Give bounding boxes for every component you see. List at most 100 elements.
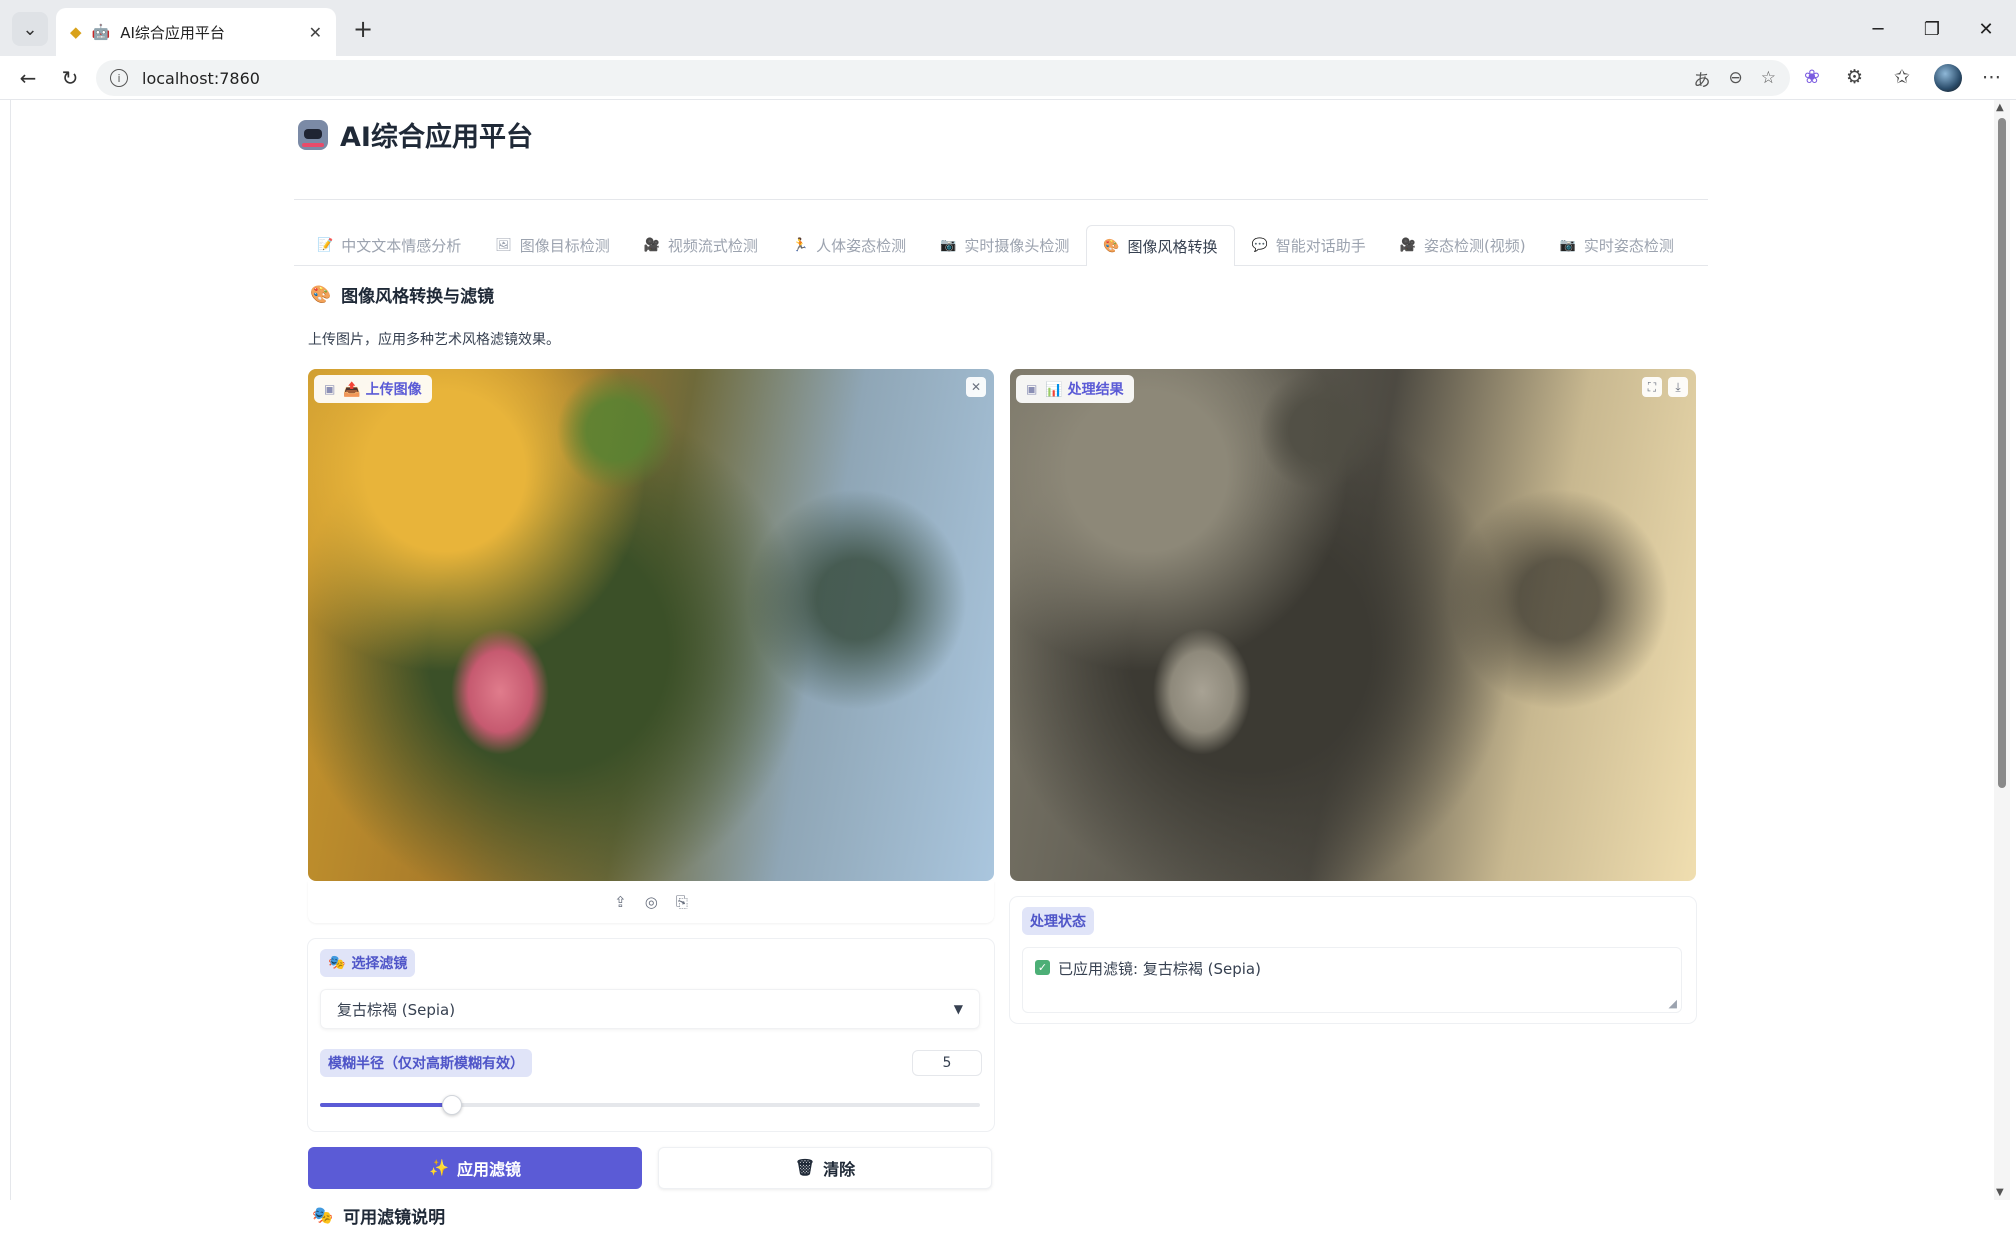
tab-label: 人体姿态检测 [816, 237, 907, 255]
tab-icon: 🎥 [1399, 238, 1416, 253]
panel-description: 上传图片，应用多种艺术风格滤镜效果。 [308, 332, 560, 348]
zoom-out-icon[interactable]: ⊖ [1729, 68, 1743, 88]
tab-0[interactable]: 📝 中文文本情感分析 [300, 225, 478, 265]
restore-button[interactable]: ❐ [1912, 12, 1952, 46]
blur-radius-input[interactable]: 5 [912, 1050, 982, 1076]
more-menu-icon[interactable]: ⋯ [1982, 66, 2001, 88]
check-icon: ✓ [1035, 960, 1050, 975]
filter-select-value: 复古棕褐 (Sepia) [337, 1000, 456, 1019]
tab-1[interactable]: 🖼 图像目标检测 [478, 225, 627, 265]
tab-icon: 📝 [317, 238, 334, 253]
address-bar[interactable]: i localhost:7860 あ ⊖ ☆ [96, 60, 1790, 96]
download-button[interactable]: ⤓ [1668, 377, 1688, 397]
tab-5[interactable]: 🎨 图像风格转换 [1086, 225, 1235, 266]
browser-toolbar: ← ↻ i localhost:7860 あ ⊖ ☆ ❀ ⚙ ✩ ⋯ [0, 56, 2016, 100]
blur-radius-label: 模糊半径（仅对高斯模糊有效） [320, 1049, 532, 1077]
upload-icon[interactable]: ⇪ [614, 893, 627, 911]
slider-fill [320, 1103, 452, 1107]
new-tab-button[interactable]: + [346, 12, 380, 46]
trash-icon: 🗑 [794, 1160, 816, 1177]
clipboard-icon[interactable]: ⎘ [676, 893, 688, 911]
fullscreen-button[interactable]: ⛶ [1642, 377, 1662, 397]
close-icon: ✕ [970, 380, 982, 394]
scroll-up-icon[interactable]: ▲ [1996, 102, 2004, 113]
download-icon: ⤓ [1675, 379, 1681, 394]
tab-3[interactable]: 🏃 人体姿态检测 [775, 225, 923, 265]
panel-columns: ▣ 📤 上传图像 ✕ ⇪ ◎ ⎘ 🎭 选择滤镜 复古棕褐 (Sepia) ▼ 模… [294, 369, 1708, 1249]
fullscreen-icon: ⛶ [1647, 379, 1657, 394]
page-scrollbar[interactable]: ▲ ▼ [1994, 100, 2010, 1200]
scrollbar-thumb[interactable] [1998, 118, 2006, 788]
upload-image-label: ▣ 📤 上传图像 [314, 375, 432, 403]
robot-icon: 🤖 [91, 23, 111, 41]
app-header: AI综合应用平台 [294, 100, 1708, 200]
image-icon: ▣ [324, 382, 336, 396]
url-text[interactable]: localhost:7860 [142, 69, 1676, 88]
star-icon[interactable]: ☆ [1761, 68, 1776, 88]
chevron-down-icon: ⌄ [22, 18, 38, 40]
tab-icon: 🏃 [791, 238, 809, 253]
tab-6[interactable]: 💬 智能对话助手 [1235, 225, 1383, 265]
tab-label: 实时摄像头检测 [964, 237, 1070, 255]
webcam-icon[interactable]: ◎ [645, 893, 658, 911]
browser-tabstrip: ⌄ ◆ 🤖 AI综合应用平台 ✕ + ─ ❐ ✕ [0, 0, 2016, 56]
browser-tab-active[interactable]: ◆ 🤖 AI综合应用平台 ✕ [56, 8, 336, 56]
extensions-icon[interactable]: ⚙ [1846, 66, 1863, 88]
slider-handle[interactable] [442, 1095, 462, 1115]
status-label: 处理状态 [1022, 907, 1094, 935]
robot-logo-icon [298, 119, 328, 150]
tab-label: 视频流式检测 [667, 237, 758, 255]
image-icon: ▣ [1026, 382, 1038, 396]
filter-select-label: 🎭 选择滤镜 [320, 949, 416, 977]
tab-label: 图像风格转换 [1127, 237, 1218, 256]
tab-label: 图像目标检测 [519, 237, 610, 255]
scroll-down-icon[interactable]: ▼ [1996, 1187, 2004, 1198]
palette-icon: 🎨 [310, 284, 332, 305]
left-column: ▣ 📤 上传图像 ✕ ⇪ ◎ ⎘ 🎭 选择滤镜 复古棕褐 (Sepia) ▼ 模… [308, 369, 994, 1228]
apply-filter-button[interactable]: ✨ 应用滤镜 [308, 1147, 642, 1189]
back-button[interactable]: ← [12, 62, 44, 94]
remove-image-button[interactable]: ✕ [966, 377, 986, 397]
close-tab-icon[interactable]: ✕ [309, 23, 322, 42]
tab-icon: 📷 [1559, 238, 1576, 253]
status-textarea[interactable]: ✓ 已应用滤镜: 复古棕褐 (Sepia) ◢ [1022, 947, 1682, 1013]
arrow-left-icon: ← [19, 66, 37, 90]
profile-avatar[interactable] [1934, 64, 1962, 92]
sparkles-icon: ✨ [429, 1160, 449, 1177]
feature-tabs: 📝 中文文本情感分析 🖼 图像目标检测 🎥 视频流式检测 🏃 人体姿态检测 📷 实时摄像头检测 🎨 图… [294, 220, 1708, 266]
copilot-icon[interactable]: ❀ [1804, 66, 1820, 88]
favorites-icon[interactable]: ✩ [1894, 66, 1910, 88]
status-message: 已应用滤镜: 复古棕褐 (Sepia) [1058, 960, 1261, 978]
status-panel: 处理状态 ✓ 已应用滤镜: 复古棕褐 (Sepia) ◢ [1010, 897, 1696, 1023]
tab-list-dropdown-button[interactable]: ⌄ [12, 12, 48, 46]
filter-select[interactable]: 复古棕褐 (Sepia) ▼ [320, 989, 980, 1029]
masks-icon: 🎭 [328, 955, 346, 971]
tab-7[interactable]: 🎥 姿态检测(视频) [1383, 225, 1543, 265]
upload-source-toolbar: ⇪ ◎ ⎘ [308, 881, 994, 923]
caret-down-icon: ▼ [953, 1002, 963, 1016]
upload-image-dropzone[interactable]: ▣ 📤 上传图像 ✕ [308, 369, 994, 881]
tab-4[interactable]: 📷 实时摄像头检测 [923, 225, 1086, 265]
sepia-result-photo [1010, 369, 1696, 881]
site-info-icon[interactable]: i [110, 69, 128, 87]
translate-icon[interactable]: あ [1694, 66, 1711, 91]
tab-label: 中文文本情感分析 [341, 237, 462, 255]
panel-title-text: 图像风格转换与滤镜 [341, 287, 495, 307]
browser-tab-title: AI综合应用平台 [120, 23, 225, 42]
tab-icon: 📷 [940, 238, 957, 253]
minimize-button[interactable]: ─ [1858, 12, 1898, 46]
resize-handle-icon[interactable]: ◢ [1669, 997, 1677, 1010]
tab-label: 实时姿态检测 [1583, 237, 1674, 255]
close-window-button[interactable]: ✕ [1966, 12, 2006, 46]
tab-8[interactable]: 📷 实时姿态检测 [1543, 225, 1691, 265]
tab-2[interactable]: 🎥 视频流式检测 [627, 225, 775, 265]
masks-icon: 🎭 [312, 1205, 334, 1226]
blur-radius-slider[interactable] [320, 1095, 980, 1115]
panel-heading: 🎨 图像风格转换与滤镜 [294, 282, 1708, 308]
right-column: ▣ 📊 处理结果 ⛶ ⤓ 处理状态 ✓ 已应用滤镜: 复古棕褐 (Sepia) … [1010, 369, 1696, 1023]
reload-button[interactable]: ↻ [54, 62, 86, 94]
filter-controls: 🎭 选择滤镜 复古棕褐 (Sepia) ▼ 模糊半径（仅对高斯模糊有效） 5 [308, 939, 994, 1131]
uploaded-photo [308, 369, 994, 881]
favicon-icon: ◆ [70, 23, 82, 41]
clear-button[interactable]: 🗑 清除 [658, 1147, 992, 1189]
